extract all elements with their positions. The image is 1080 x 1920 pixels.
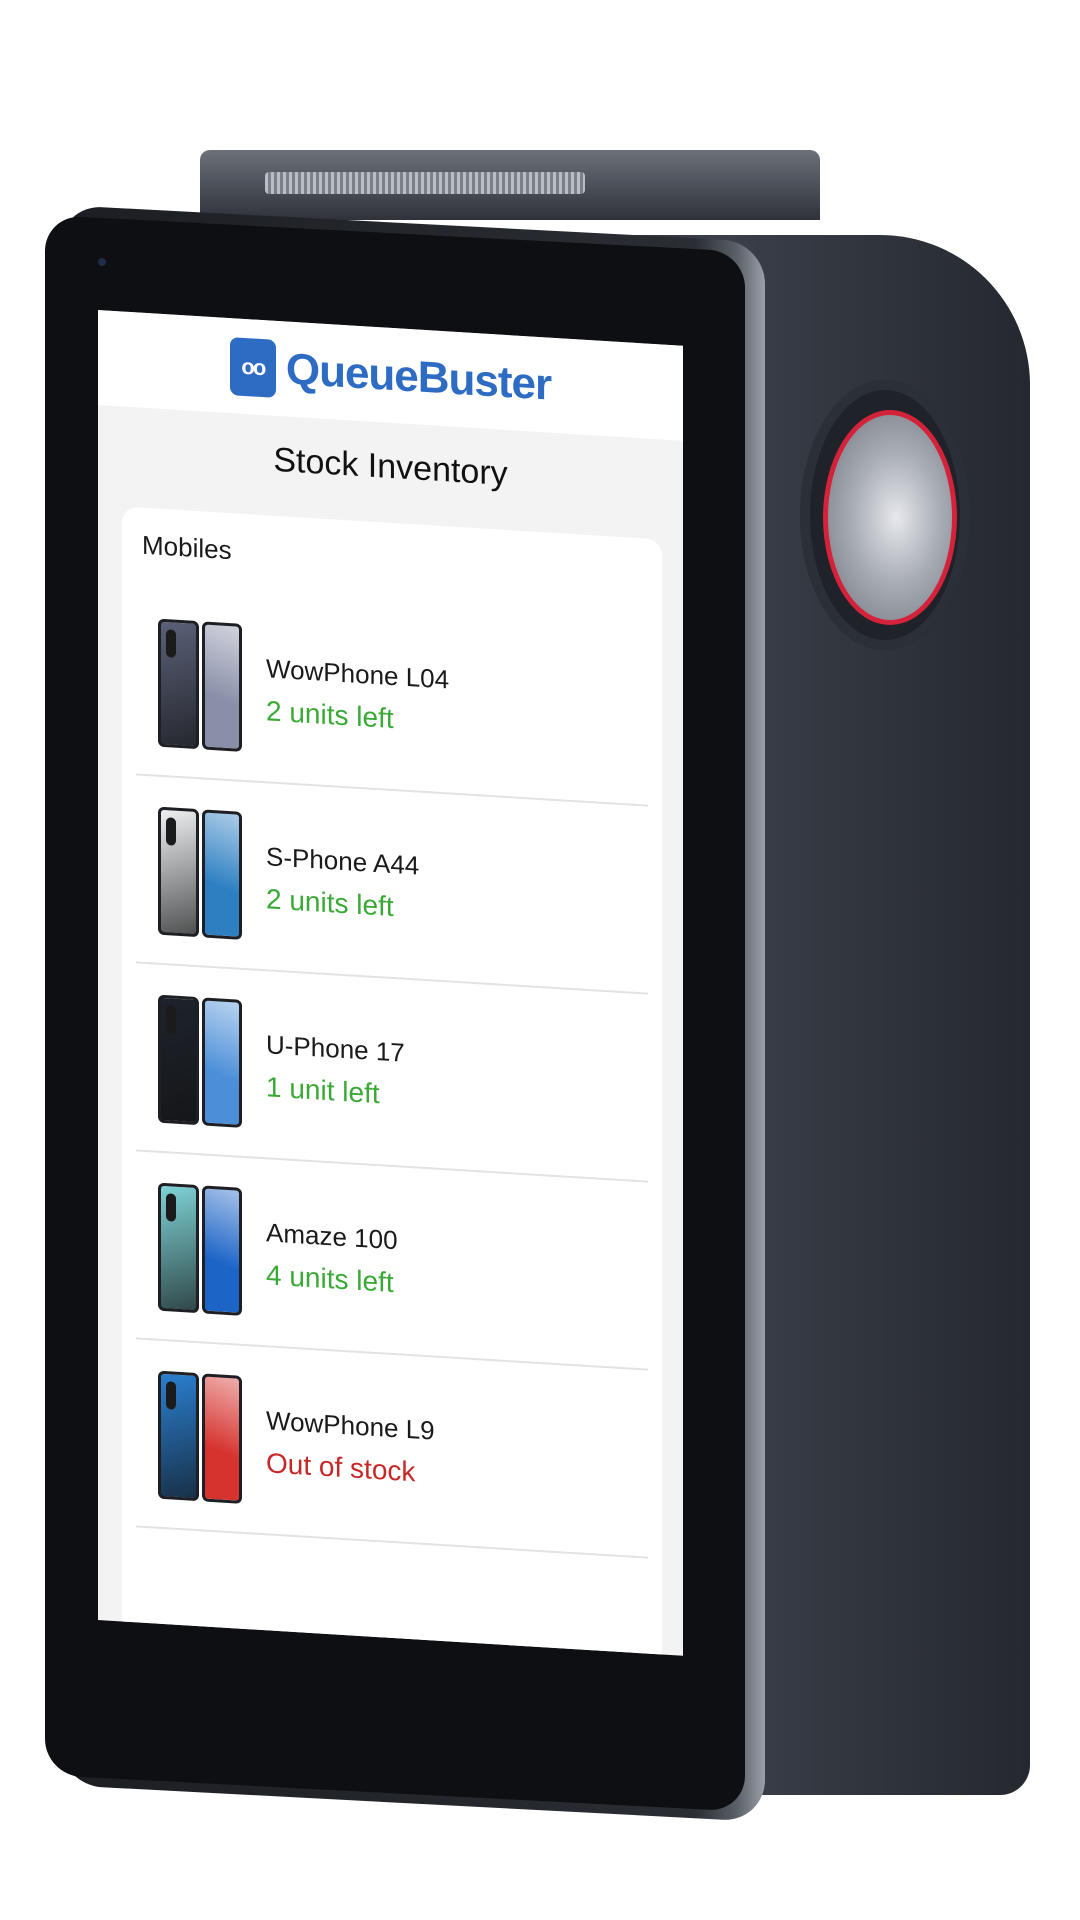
page-title: Stock Inventory bbox=[273, 440, 508, 494]
phone-image-icon bbox=[158, 806, 242, 940]
receipt-cutter bbox=[265, 172, 585, 194]
power-dial-button[interactable] bbox=[823, 410, 957, 625]
phone-image-icon bbox=[158, 1182, 242, 1316]
stock-status: 4 units left bbox=[266, 1259, 394, 1299]
section-title: Mobiles bbox=[142, 529, 232, 566]
item-name: Amaze 100 bbox=[266, 1217, 398, 1256]
stock-status: 2 units left bbox=[266, 883, 394, 923]
brand-name: QueueBuster bbox=[285, 343, 552, 410]
list-item[interactable]: WowPhone L9 Out of stock bbox=[136, 1339, 648, 1559]
list-item[interactable]: U-Phone 17 1 unit left bbox=[136, 963, 648, 1183]
stock-status: 2 units left bbox=[266, 695, 394, 735]
queuebuster-logo-icon: oo bbox=[229, 336, 276, 398]
stock-status: Out of stock bbox=[266, 1447, 416, 1488]
list-item[interactable]: S-Phone A44 2 units left bbox=[136, 775, 648, 995]
camera-icon bbox=[98, 258, 106, 266]
device-screen: oo QueueBuster Stock Inventory Mobiles W… bbox=[98, 310, 683, 1656]
phone-image-icon bbox=[158, 994, 242, 1128]
item-name: U-Phone 17 bbox=[266, 1029, 405, 1068]
phone-image-icon bbox=[158, 618, 242, 752]
list-item[interactable]: WowPhone L04 2 units left bbox=[136, 587, 648, 807]
item-name: WowPhone L9 bbox=[266, 1405, 435, 1446]
product-list: WowPhone L04 2 units left S-Phone A44 2 uni… bbox=[122, 586, 662, 1559]
stock-status: 1 unit left bbox=[266, 1071, 380, 1110]
item-name: S-Phone A44 bbox=[266, 841, 420, 881]
item-name: WowPhone L04 bbox=[266, 653, 450, 695]
list-item[interactable]: Amaze 100 4 units left bbox=[136, 1151, 648, 1371]
inventory-card: Mobiles WowPhone L04 2 units left S-Phone … bbox=[122, 506, 662, 1656]
phone-image-icon bbox=[158, 1370, 242, 1504]
